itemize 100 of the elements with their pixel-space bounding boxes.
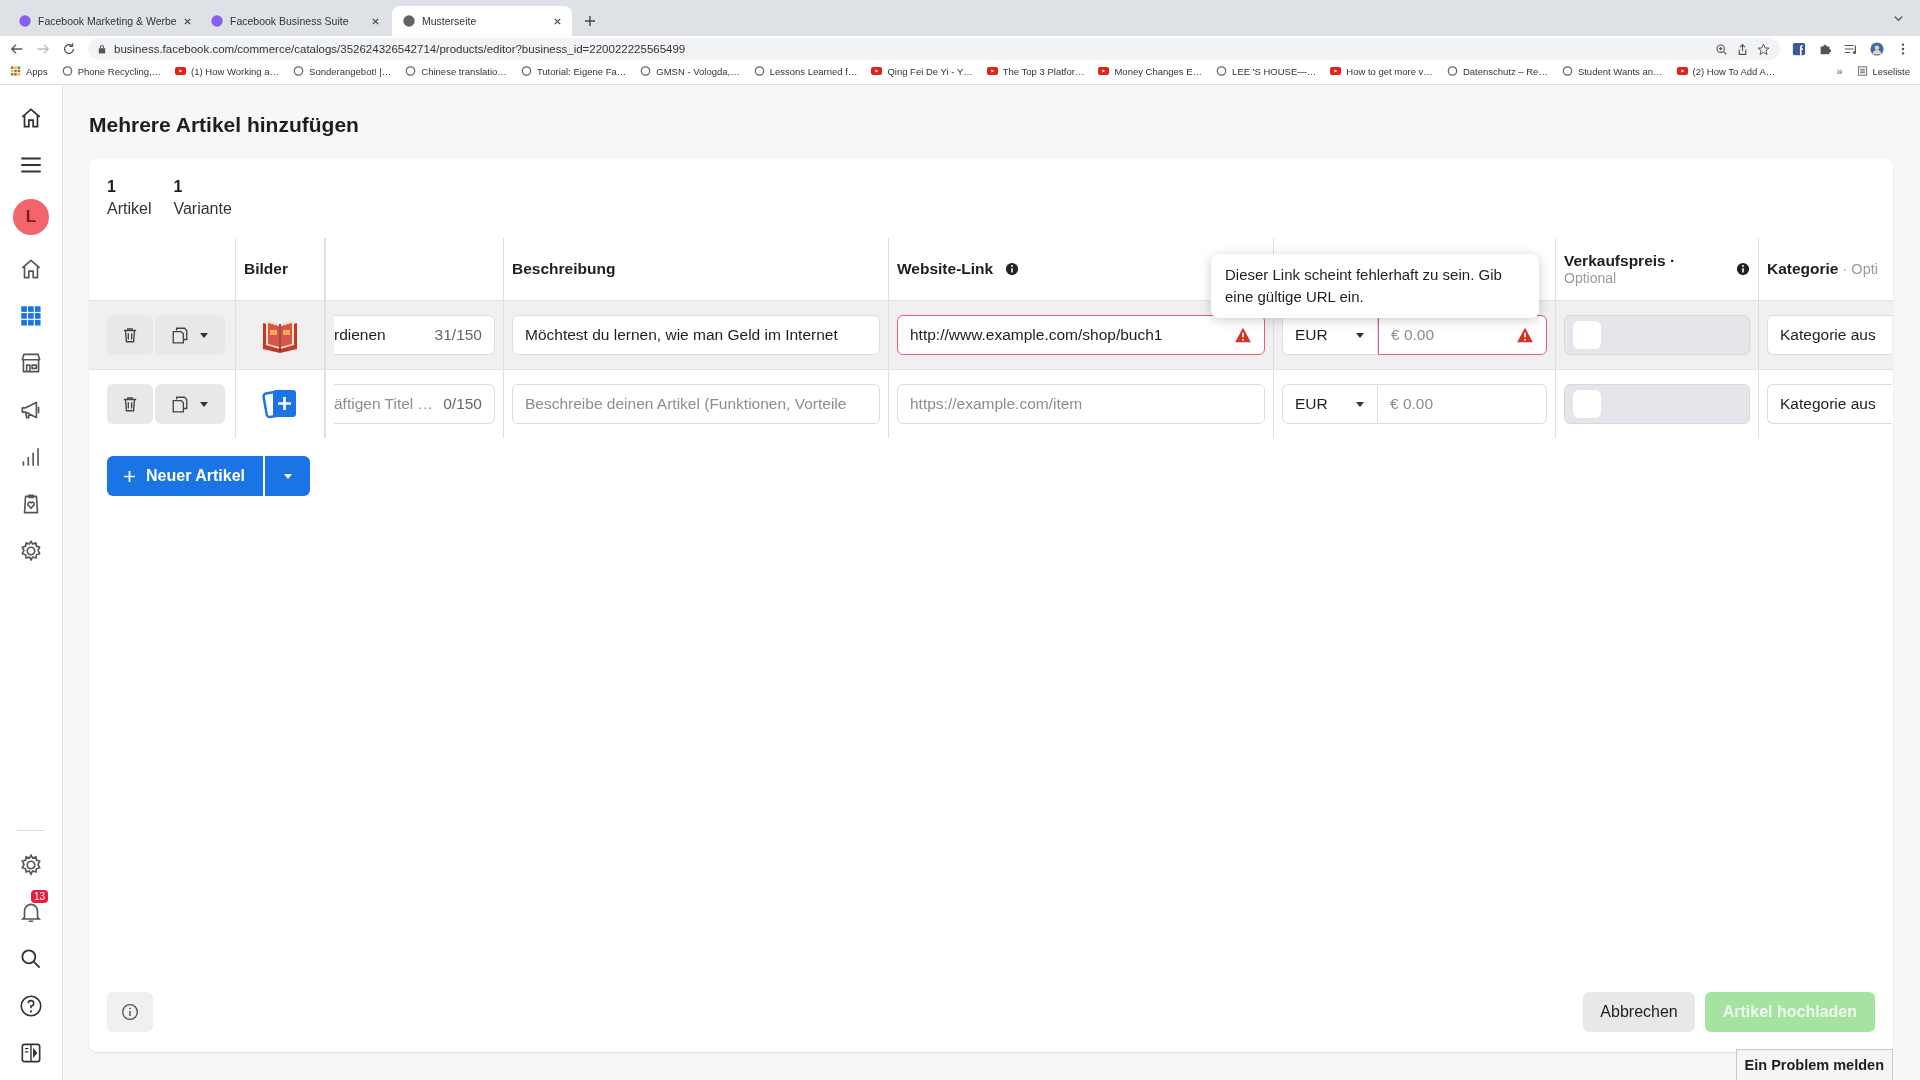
caret-icon [199,399,209,409]
bookmark[interactable]: How to get more v… [1330,65,1433,77]
caret-icon [1355,399,1365,409]
bookmark[interactable]: (1) How Working a… [175,65,280,77]
play-icon [1330,66,1342,76]
reload-icon[interactable] [62,42,76,56]
title-field[interactable]: rdienen 31/150 [334,315,495,355]
site-icon [640,66,652,76]
close-icon[interactable] [371,16,380,26]
category-dropdown[interactable]: Kategorie aus [1767,384,1892,424]
bookmark[interactable]: Phone Recycling,… [61,65,162,77]
copy-icon [171,326,189,344]
optional-label: · Opti [1842,261,1878,277]
count-value: 1 [173,178,184,196]
column-header: Website-Link [897,260,994,278]
warning-icon [1234,326,1252,344]
tooltip: Dieser Link scheint fehlerhaft zu sein. Gib eine gültige URL ein. [1211,254,1539,318]
info-icon[interactable] [1736,262,1750,276]
address-bar[interactable]: business.facebook.com/commerce/catalogs/352624326542714/products/editor?business_id=220022225565499 [88,38,1780,60]
title-field[interactable]: äftigen Titel … 0/150 [334,384,495,424]
site-icon [402,14,416,28]
grid-icon[interactable] [18,303,44,329]
info-icon [121,1003,139,1021]
category-dropdown[interactable]: Kategorie aus [1767,315,1892,355]
chevron-down-icon[interactable] [1893,13,1904,24]
site-icon [1216,66,1228,76]
warning-icon [1516,326,1534,344]
close-icon[interactable] [553,16,562,26]
plus-icon [123,469,136,483]
bookmark[interactable]: GMSN - Vologda,… [640,65,740,77]
count-label: Variante [173,200,232,218]
more-bookmarks[interactable]: » [1836,65,1843,77]
play-icon [871,66,883,76]
optional-label: Optional [1564,270,1618,286]
bookmark[interactable]: LEE 'S HOUSE—… [1216,65,1317,77]
apps-shortcut[interactable]: Apps [10,65,48,77]
page-title: Mehrere Artikel hinzufügen [89,113,360,137]
duplicate-button[interactable] [155,315,225,355]
bookmark[interactable]: Qing Fei De Yi - Y… [871,65,973,77]
checkbox[interactable] [1573,321,1601,349]
star-icon[interactable] [1757,42,1770,56]
close-icon[interactable] [182,16,192,26]
bookmark[interactable]: Lessons Learned f… [753,65,858,77]
browser-tab[interactable]: Musterseite [392,6,572,36]
caret-icon [282,471,293,481]
bookmark[interactable]: Money Changes E… [1098,65,1203,77]
browser-tab[interactable]: Facebook Marketing & Werbe [8,6,198,36]
character-count: 0/150 [443,395,482,413]
site-icon [293,66,305,76]
report-problem-button[interactable]: Ein Problem melden [1735,1049,1893,1080]
sale-price-toggle[interactable] [1564,315,1750,355]
site-icon [753,66,765,76]
cancel-button[interactable]: Abbrechen [1583,992,1695,1032]
bookmark[interactable]: Sonderangebot! |… [293,65,392,77]
column-header: Kategorie [1767,260,1839,278]
count-value: 1 [107,178,117,196]
apps-grid-icon [10,66,21,76]
duplicate-button[interactable] [155,384,225,424]
play-icon [986,66,998,76]
trash-icon [121,326,139,344]
bookmark[interactable]: Student Wants an… [1561,65,1663,77]
sale-price-toggle[interactable] [1564,384,1750,424]
extension-icon[interactable] [1792,42,1806,56]
bookmark[interactable]: Chinese translatio… [405,65,507,77]
column-header: Beschreibung [512,260,616,278]
currency-dropdown[interactable]: EUR [1282,315,1378,355]
bookmark[interactable]: Tutorial: Eigene Fa… [520,65,627,77]
new-article-button[interactable]: Neuer Artikel [107,456,263,496]
delete-button[interactable] [107,315,153,355]
profile-avatar-icon[interactable] [1870,42,1884,56]
browser-tab[interactable]: Facebook Business Suite [200,6,390,36]
copy-icon [171,395,189,413]
info-button[interactable] [107,992,153,1032]
site-icon [210,14,224,28]
bookmark[interactable]: The Top 3 Platfor… [986,65,1085,77]
reading-list[interactable]: Leseliste [1856,65,1910,77]
bookmark[interactable]: Datenschutz – Re… [1446,65,1548,77]
playlist-icon[interactable] [1844,42,1858,56]
checkbox[interactable] [1573,390,1601,418]
back-icon[interactable] [10,42,24,56]
caret-icon [199,330,209,340]
site-icon [18,14,32,28]
play-icon [175,66,187,76]
lock-icon [98,44,106,54]
website-link-field[interactable]: http://www.example.com/shop/buch1 [897,315,1265,355]
zoom-icon[interactable] [1715,42,1728,56]
help-icon[interactable] [18,993,44,1019]
description-field[interactable]: Möchtest du lernen, wie man Geld im Internet [512,315,880,355]
count-label: Artikel [107,200,152,218]
info-icon[interactable] [1005,262,1020,276]
new-tab-icon[interactable] [584,15,596,27]
bookmark[interactable]: (2) How To Add A… [1676,65,1776,77]
delete-button[interactable] [107,384,153,424]
puzzle-icon[interactable] [1818,42,1832,56]
currency-dropdown[interactable]: EUR [1282,384,1378,424]
share-icon[interactable] [1736,42,1749,56]
play-icon [1676,66,1688,76]
column-header: Verkaufspreis · [1564,252,1676,270]
site-icon [61,66,73,76]
site-icon [520,66,532,76]
